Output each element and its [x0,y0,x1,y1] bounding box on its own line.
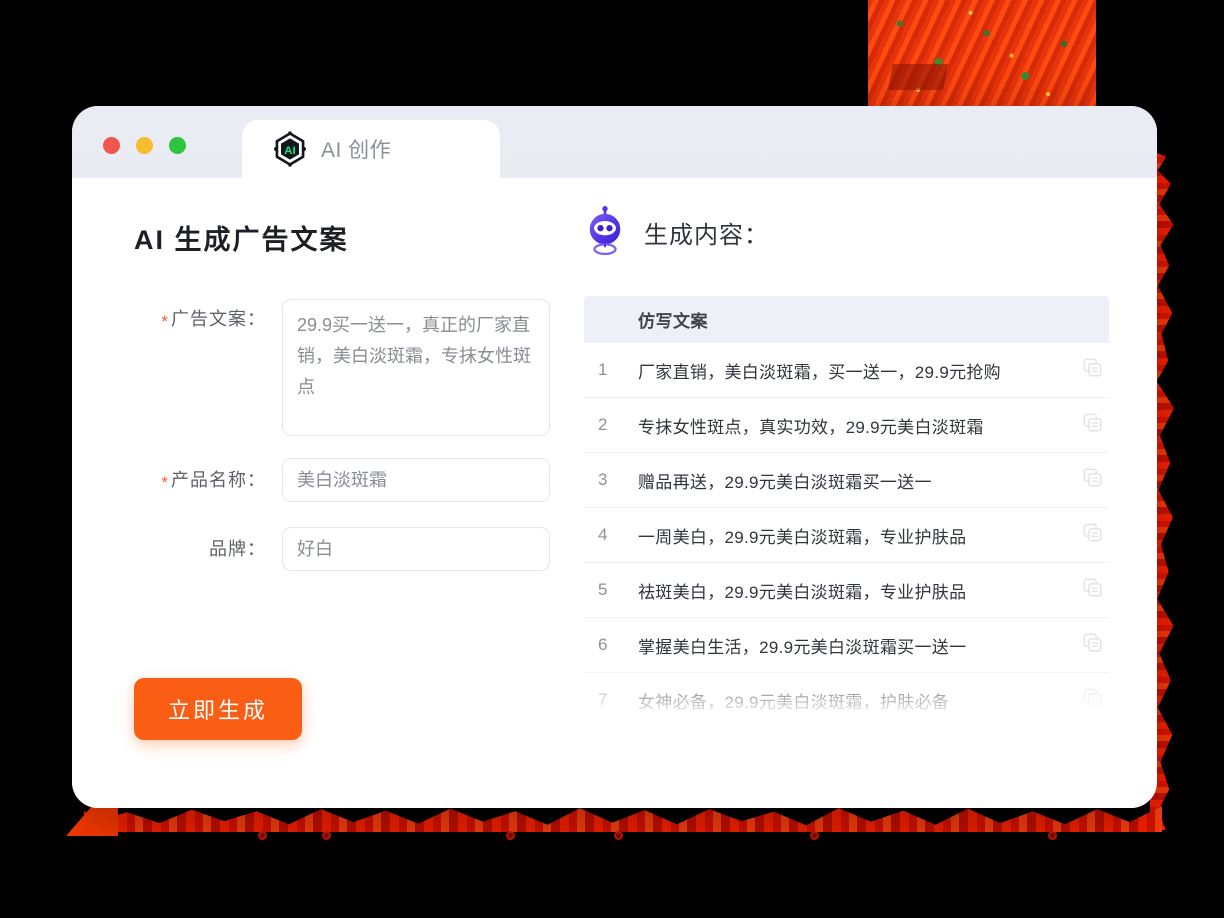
table-column-header: 仿写文案 [584,296,1109,343]
row-copy-text: 厂家直销，美白淡斑霜，买一送一，29.9元抢购 [638,362,1001,382]
row-index: 6 [598,635,608,654]
ad-copy-textarea[interactable] [282,299,550,436]
tab-ai-creation[interactable]: AI AI 创作 [242,120,500,178]
decoration-bottom-strip [84,806,1162,832]
field-label-text: 产品名称： [171,470,266,490]
form-panel: AI 生成广告文案 *广告文案： *产品名称： 品牌： [72,184,570,808]
required-marker: * [161,312,169,331]
decoration-dot [506,831,515,840]
row-copy-text: 赠品再送，29.9元美白淡斑霜买一送一 [638,472,932,492]
table-row[interactable]: 3 赠品再送，29.9元美白淡斑霜买一送一 [584,453,1109,508]
maximize-button[interactable] [169,137,186,154]
row-copy-text: 掌握美白生活，29.9元美白淡斑霜买一送一 [638,637,967,657]
table-row[interactable]: 4 一周美白，29.9元美白淡斑霜，专业护肤品 [584,508,1109,563]
decoration-dot [258,831,267,840]
decoration-top-triangle [868,0,986,105]
minimize-button[interactable] [136,137,153,154]
copy-icon[interactable] [1083,468,1109,493]
copy-icon[interactable] [1083,413,1109,438]
ai-hexagon-icon: AI [272,131,308,167]
row-index: 2 [598,415,608,434]
product-name-field[interactable] [282,458,550,502]
result-title: 生成内容： [644,221,769,249]
field-brand: 品牌： [134,527,570,571]
page-root: AI AI 创作 AI 生成广告文案 *广告文案： *产 [0,0,1224,918]
result-panel: 生成内容： 仿写文案 1 厂家直销，美白淡斑霜，买一送一，29.9元抢购 2 专抹女性… [570,184,1157,808]
field-label-text: 广告文案： [171,309,266,329]
decoration-dot [810,831,819,840]
required-marker: * [161,473,169,492]
decoration-top-texture [868,0,1096,107]
close-button[interactable] [103,137,120,154]
field-label-text: 品牌： [209,539,266,559]
row-copy-text: 祛斑美白，29.9元美白淡斑霜，专业护肤品 [638,582,967,602]
results-table: 仿写文案 1 厂家直销，美白淡斑霜，买一送一，29.9元抢购 2 专抹女性斑点，真实功… [584,296,1109,716]
row-index: 4 [598,525,608,544]
title-bar: AI AI 创作 [72,106,1157,178]
brand-field[interactable] [282,527,550,571]
copy-icon[interactable] [1083,358,1109,383]
field-label-ad-copy: * 广告文案： [134,299,282,342]
field-ad-copy: * 广告文案： [134,299,570,436]
svg-text:AI: AI [284,145,295,157]
page-title: AI 生成广告文案 [134,225,349,255]
copy-icon[interactable] [1083,523,1109,548]
row-copy-text: 专抹女性斑点，真实功效，29.9元美白淡斑霜 [638,417,984,437]
app-window: AI AI 创作 AI 生成广告文案 *广告文案： *产 [72,106,1157,808]
table-row[interactable]: 2 专抹女性斑点，真实功效，29.9元美白淡斑霜 [584,398,1109,453]
window-controls [103,137,186,154]
robot-icon [584,206,626,258]
table-row[interactable]: 5 祛斑美白，29.9元美白淡斑霜，专业护肤品 [584,563,1109,618]
row-copy-text: 女神必备，29.9元美白淡斑霜，护肤必备 [638,692,950,712]
copy-icon[interactable] [1083,688,1109,713]
field-label-product-name: * 产品名称： [134,458,282,505]
row-index: 7 [598,690,608,709]
decoration-dot [614,831,623,840]
row-copy-text: 一周美白，29.9元美白淡斑霜，专业护肤品 [638,527,967,547]
field-label-brand: 品牌： [134,527,282,571]
decoration-dot [1048,831,1057,840]
window-content: AI 生成广告文案 *广告文案： *产品名称： 品牌： [72,178,1157,808]
result-header: 生成内容： [584,206,1109,258]
copy-icon[interactable] [1083,633,1109,658]
row-index: 1 [598,360,608,379]
table-body: 1 厂家直销，美白淡斑霜，买一送一，29.9元抢购 2 专抹女性斑点，真实功效，29.… [584,343,1109,716]
copy-icon[interactable] [1083,578,1109,603]
table-row[interactable]: 7 女神必备，29.9元美白淡斑霜，护肤必备 [584,673,1109,716]
row-index: 5 [598,580,608,599]
table-row[interactable]: 1 厂家直销，美白淡斑霜，买一送一，29.9元抢购 [584,343,1109,398]
tab-label: AI 创作 [321,139,392,162]
table-row[interactable]: 6 掌握美白生活，29.9元美白淡斑霜买一送一 [584,618,1109,673]
field-product-name: * 产品名称： [134,458,570,505]
row-index: 3 [598,470,608,489]
decoration-dot [322,831,331,840]
generate-button[interactable]: 立即生成 [134,678,302,740]
decoration-top-bar [888,64,948,90]
